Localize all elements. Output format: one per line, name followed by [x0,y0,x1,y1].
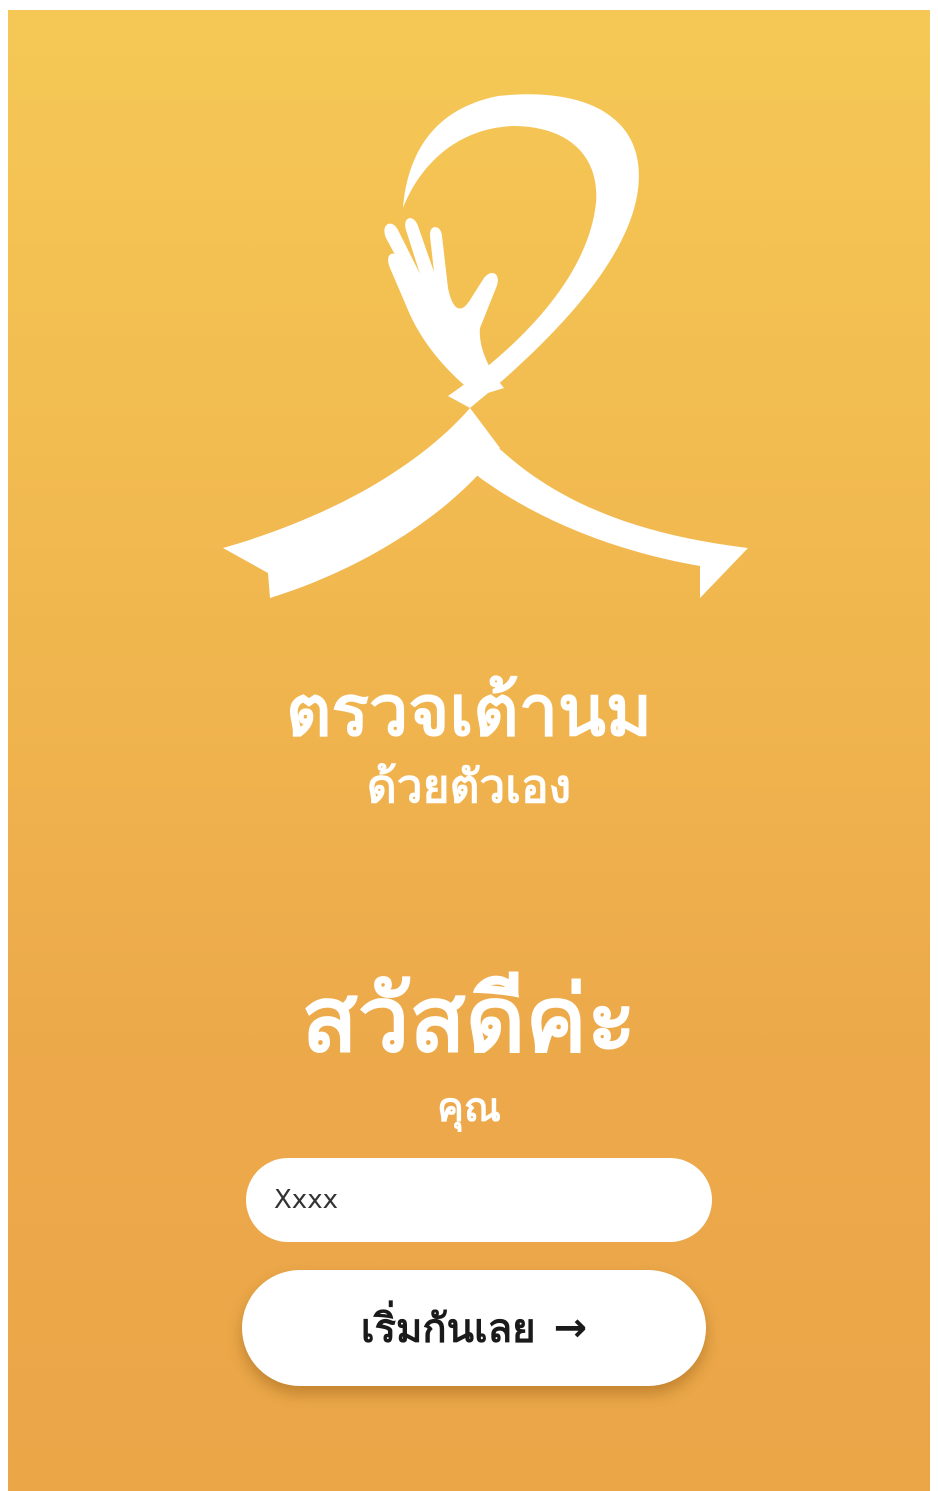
welcome-screen: ตรวจเต้านม ด้วยตัวเอง สวัสดีค่ะ คุณ เริ่… [8,10,930,1491]
app-title-line1: ตรวจเต้านม [285,670,653,752]
arrow-right-icon: → [553,1305,588,1351]
ribbon-hand-icon [223,94,748,598]
start-button-label: เริ่มกันเลย [360,1306,536,1352]
greeting-subtitle: คุณ [437,1085,501,1131]
greeting-title: สวัสดีค่ะ [301,966,637,1073]
app-title-line2: ด้วยตัวเอง [366,759,572,813]
name-input[interactable] [246,1158,712,1242]
start-button[interactable]: เริ่มกันเลย → [242,1270,706,1386]
